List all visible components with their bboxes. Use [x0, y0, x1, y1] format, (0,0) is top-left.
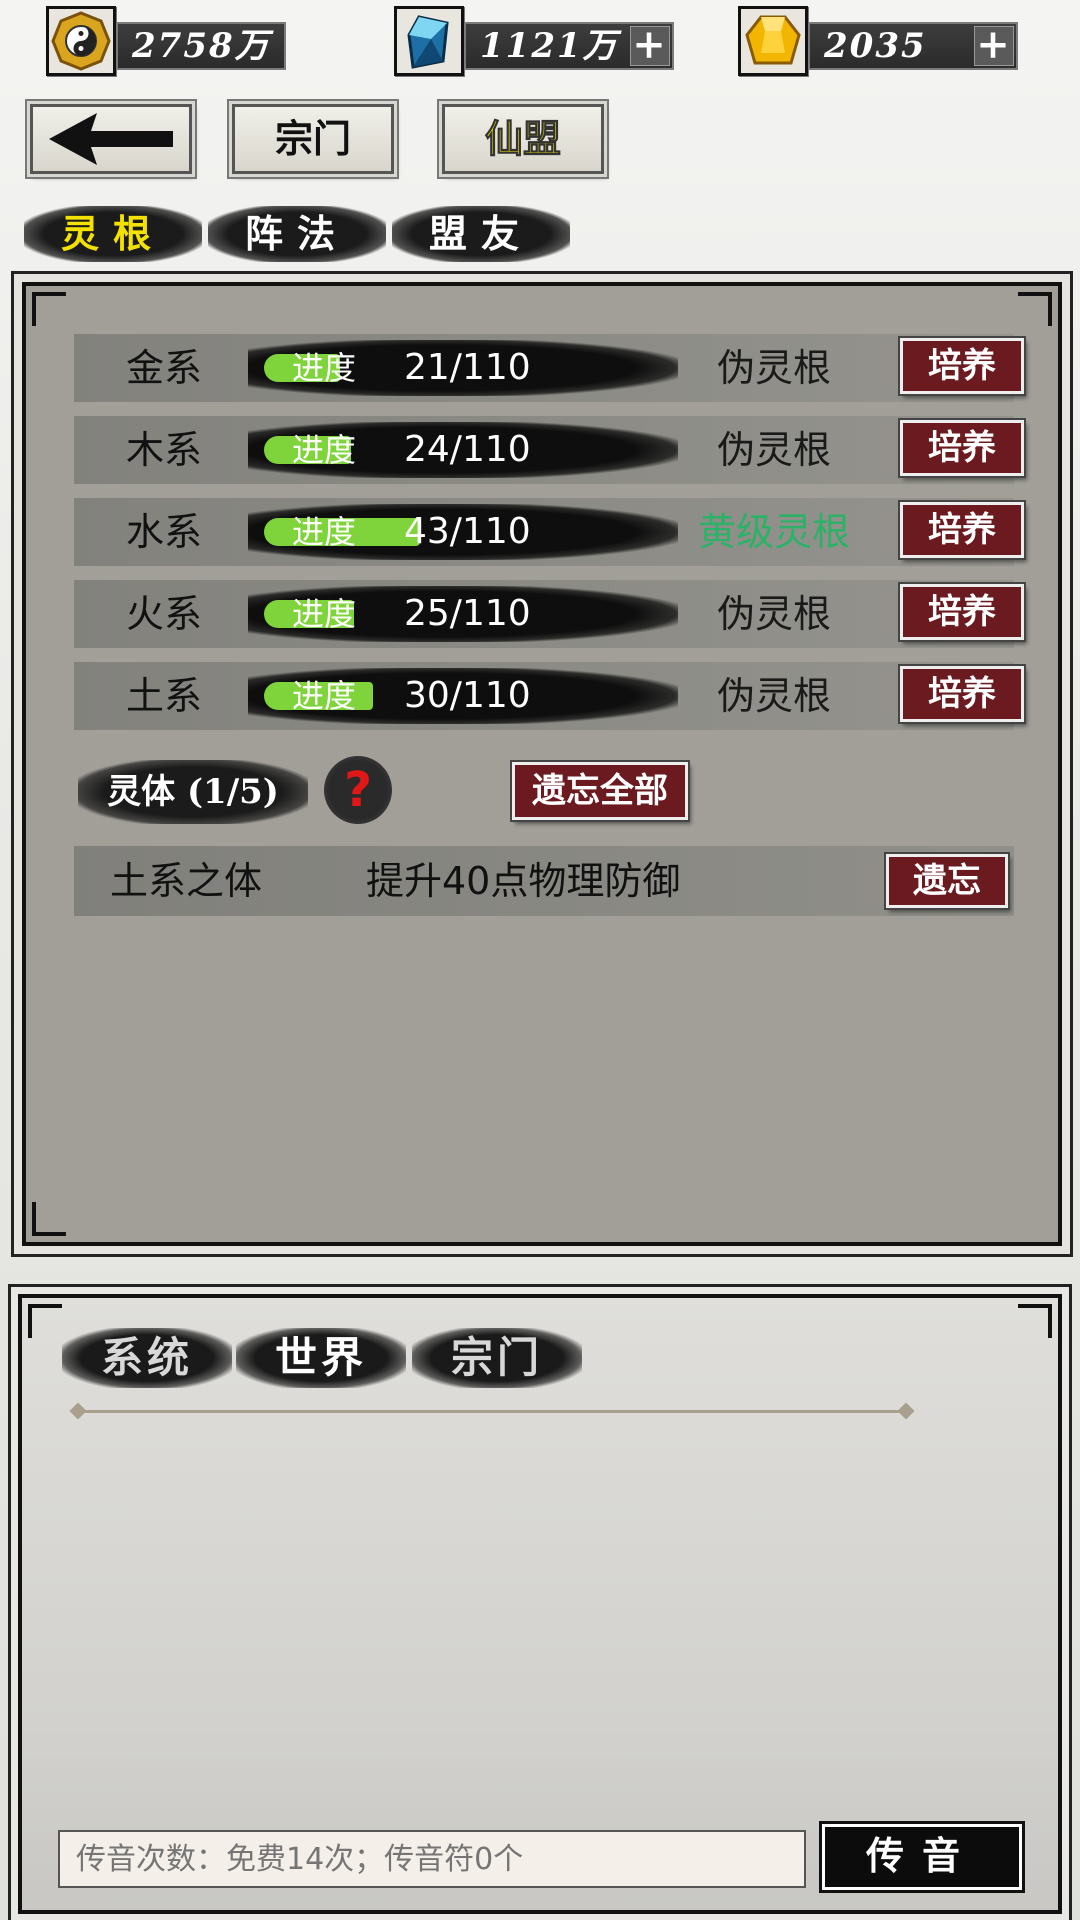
panel-corner-ornament [1018, 292, 1052, 326]
spirit-body-item: 土系之体 提升40点物理防御 遗忘 [74, 846, 1014, 916]
gold-currency: 2035 + [738, 6, 1018, 78]
panel-corner-ornament [32, 1202, 66, 1236]
root-grade: 伪灵根 [716, 346, 831, 390]
panel-corner-ornament [28, 1304, 62, 1338]
cultivate-button[interactable]: 培养 [900, 338, 1024, 394]
cultivate-button[interactable]: 培养 [900, 584, 1024, 640]
crystal-currency: 1121万 + [394, 6, 674, 78]
chat-panel: 系统 世界 宗门 传音 [18, 1294, 1062, 1914]
spirit-root-row: 木系 进度 24/110 伪灵根 培养 [74, 416, 1024, 484]
root-grade: 伪灵根 [716, 428, 831, 472]
root-progress-bar: 进度 25/110 [248, 586, 678, 642]
tab-allies[interactable]: 盟友 [392, 206, 570, 262]
progress-label: 进度 [292, 349, 357, 387]
chat-tab-sect[interactable]: 宗门 [412, 1328, 582, 1388]
chat-divider [69, 1402, 915, 1422]
progress-value: 24/110 [404, 429, 531, 470]
spirit-root-row: 水系 进度 43/110 黄级灵根 培养 [74, 498, 1024, 566]
root-grade: 黄级灵根 [697, 510, 850, 554]
back-arrow-icon [49, 113, 173, 165]
cultivate-button[interactable]: 培养 [900, 666, 1024, 722]
gold-value: 2035 + [808, 22, 1018, 70]
crystal-value: 1121万 + [464, 22, 674, 70]
help-icon[interactable]: ? [324, 756, 392, 824]
root-element-name: 火系 [125, 592, 202, 636]
tab-formation[interactable]: 阵法 [208, 206, 386, 262]
chat-input[interactable] [58, 1830, 806, 1888]
root-grade: 伪灵根 [716, 674, 831, 718]
alliance-button[interactable]: 仙盟 [442, 104, 604, 174]
tab-spirit-root[interactable]: 灵根 [24, 206, 202, 262]
progress-label: 进度 [292, 431, 357, 469]
cultivate-button[interactable]: 培养 [900, 502, 1024, 558]
root-progress-bar: 进度 30/110 [248, 668, 678, 724]
progress-value: 30/110 [404, 675, 531, 716]
chat-tab-world[interactable]: 世界 [236, 1328, 406, 1388]
spirit-root-panel: 金系 进度 21/110 伪灵根 培养 木系 进度 24/110 伪灵根 培养 … [22, 282, 1062, 1246]
panel-corner-ornament [1018, 1304, 1052, 1338]
root-progress-bar: 进度 21/110 [248, 340, 678, 396]
gold-amount: 2035 [824, 26, 927, 66]
root-element-name: 水系 [125, 510, 202, 554]
spirit-body-name: 土系之体 [110, 859, 263, 903]
send-message-button[interactable]: 传音 [822, 1824, 1022, 1890]
progress-value: 21/110 [404, 347, 531, 388]
progress-label: 进度 [292, 595, 357, 633]
forget-all-button[interactable]: 遗忘全部 [512, 762, 688, 820]
chat-tab-system[interactable]: 系统 [62, 1328, 232, 1388]
crystal-amount: 1121万 [480, 26, 619, 66]
spirit-root-row: 土系 进度 30/110 伪灵根 培养 [74, 662, 1024, 730]
root-progress-bar: 进度 43/110 [248, 504, 678, 560]
taiji-coin-icon [46, 6, 116, 76]
progress-value: 43/110 [404, 511, 531, 552]
blue-crystal-icon [394, 6, 464, 76]
root-grade: 伪灵根 [716, 592, 831, 636]
sect-button[interactable]: 宗门 [232, 104, 394, 174]
root-element-name: 金系 [125, 346, 202, 390]
coin-currency: 2758万 [46, 6, 286, 78]
spirit-body-title: 灵体 (1/5) [78, 760, 308, 824]
panel-corner-ornament [32, 292, 66, 326]
progress-value: 25/110 [404, 593, 531, 634]
root-element-name: 土系 [125, 674, 202, 718]
spirit-body-effect: 提升40点物理防御 [366, 859, 681, 903]
forget-button[interactable]: 遗忘 [886, 854, 1008, 908]
root-element-name: 木系 [125, 428, 202, 472]
add-gold-button[interactable]: + [974, 25, 1014, 66]
progress-label: 进度 [292, 513, 357, 551]
root-progress-bar: 进度 24/110 [248, 422, 678, 478]
add-crystal-button[interactable]: + [630, 25, 670, 66]
gold-gem-icon [738, 6, 808, 76]
spirit-root-row: 金系 进度 21/110 伪灵根 培养 [74, 334, 1024, 402]
cultivate-button[interactable]: 培养 [900, 420, 1024, 476]
spirit-root-row: 火系 进度 25/110 伪灵根 培养 [74, 580, 1024, 648]
progress-label: 进度 [292, 677, 357, 715]
coin-value: 2758万 [116, 22, 286, 70]
back-button[interactable] [30, 104, 192, 174]
